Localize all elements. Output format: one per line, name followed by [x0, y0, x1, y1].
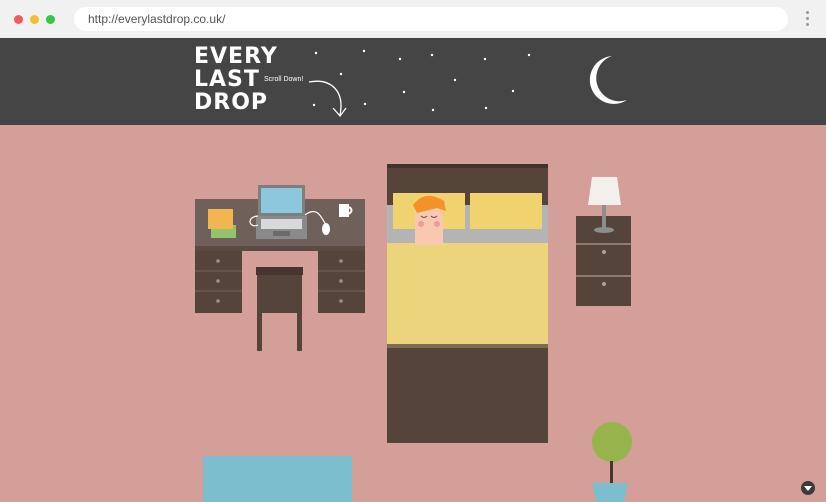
- browser-chrome: http://everylastdrop.co.uk/: [0, 0, 826, 38]
- bedroom-scene: [0, 125, 826, 502]
- curved-arrow-icon: [308, 80, 342, 116]
- bedroom-svg: [195, 164, 632, 502]
- potted-plant: [592, 422, 632, 502]
- stars: [312, 49, 531, 112]
- books: [208, 209, 236, 238]
- scroll-down-button[interactable]: [801, 481, 815, 495]
- maximize-window-dot[interactable]: [46, 15, 55, 24]
- laptop: [256, 185, 307, 239]
- rug: [203, 456, 352, 502]
- bed: [387, 164, 548, 443]
- mouse: [322, 223, 330, 235]
- address-bar[interactable]: http://everylastdrop.co.uk/: [74, 7, 788, 31]
- close-window-dot[interactable]: [14, 15, 23, 24]
- desk-chair: [256, 267, 303, 351]
- logo-line-1: EVERY: [194, 44, 278, 69]
- browser-menu-icon[interactable]: [806, 11, 810, 27]
- night-sky-svg: [308, 49, 627, 118]
- moon-icon: [589, 56, 627, 104]
- scroll-hint-text: Scroll Down!: [264, 76, 304, 83]
- night-sky-header: [0, 38, 826, 125]
- minimize-window-dot[interactable]: [30, 15, 39, 24]
- logo-line-3: DROP: [194, 90, 269, 115]
- sleeping-person: [413, 195, 446, 245]
